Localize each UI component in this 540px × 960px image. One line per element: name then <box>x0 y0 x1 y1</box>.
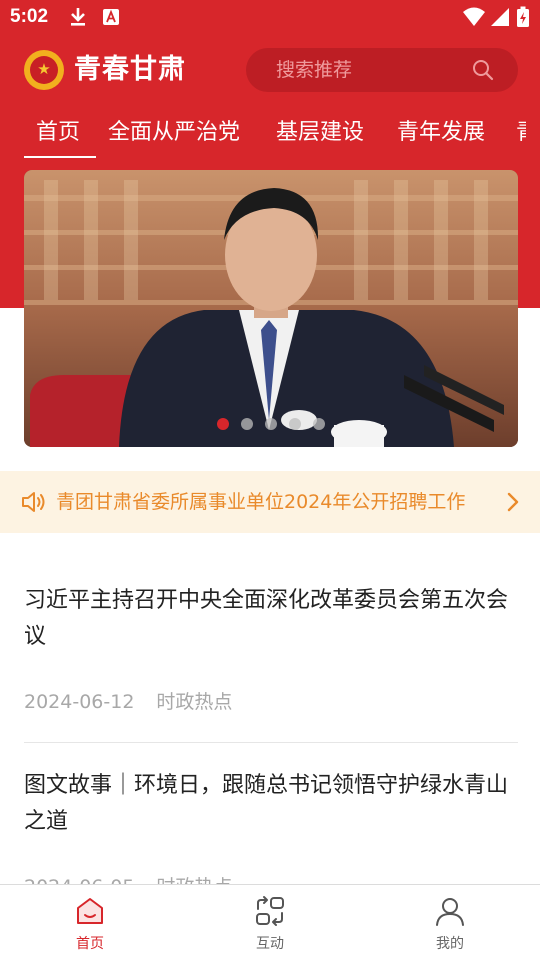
cellular-signal-icon <box>491 8 509 26</box>
font-notification-icon <box>103 9 119 25</box>
chevron-right-icon[interactable] <box>506 491 520 513</box>
battery-charging-icon <box>517 6 529 27</box>
active-tab-indicator <box>24 156 96 158</box>
search-input[interactable]: 搜索推荐 <box>246 48 518 92</box>
carousel-indicator <box>0 418 540 432</box>
tab-overflow[interactable]: 青 <box>516 112 526 154</box>
carousel-dot-4[interactable] <box>289 418 301 430</box>
nav-interaction-label: 互动 <box>256 936 284 952</box>
banner-carousel[interactable] <box>24 170 518 447</box>
article-date: 2024-06-12 <box>24 691 135 713</box>
nav-home-label: 首页 <box>76 936 104 952</box>
search-icon[interactable] <box>472 59 494 81</box>
profile-icon <box>436 898 464 926</box>
download-icon <box>71 8 85 26</box>
carousel-dot-3[interactable] <box>265 418 277 430</box>
carousel-dot-5[interactable] <box>313 418 325 430</box>
nav-home[interactable]: 首页 <box>0 885 180 960</box>
youth-league-emblem-icon: ★ <box>24 50 64 90</box>
home-icon <box>77 898 103 924</box>
status-bar: 5:02 <box>0 0 540 36</box>
article-title[interactable]: 图文故事｜环境日，跟随总书记领悟守护绿水青山之道 <box>24 768 518 840</box>
app-title: 青春甘肃 <box>74 54 186 85</box>
article-category: 时政热点 <box>156 691 233 713</box>
nav-interaction[interactable]: 互动 <box>180 885 360 960</box>
article-meta: 2024-06-12 时政热点 <box>24 687 232 714</box>
carousel-dot-1[interactable] <box>217 418 229 430</box>
tab-youth-development[interactable]: 青年发展 <box>397 112 485 154</box>
bottom-navigation: 首页 互动 我的 <box>0 884 540 960</box>
tab-home[interactable]: 首页 <box>36 112 80 154</box>
notice-text: 青团甘肃省委所属事业单位2024年公开招聘工作 <box>56 491 466 513</box>
notice-bar[interactable]: 青团甘肃省委所属事业单位2024年公开招聘工作 <box>0 471 540 533</box>
nav-profile[interactable]: 我的 <box>360 885 540 960</box>
wifi-icon <box>463 7 485 26</box>
carousel-dot-2[interactable] <box>241 418 253 430</box>
article-title[interactable]: 习近平主持召开中央全面深化改革委员会第五次会议 <box>24 583 518 655</box>
article-item[interactable]: 图文故事｜环境日，跟随总书记领悟守护绿水青山之道 2024-06-05时政热点 <box>24 768 518 898</box>
banner-image <box>24 170 518 447</box>
interaction-icon <box>256 896 284 926</box>
speaker-icon <box>22 492 45 512</box>
article-item[interactable]: 习近平主持召开中央全面深化改革委员会第五次会议 2024-06-12 时政热点 <box>24 583 518 723</box>
status-time: 5:02 <box>10 6 49 27</box>
tab-party-governance[interactable]: 全面从严治党 <box>108 112 240 154</box>
category-tabs: 首页 全面从严治党 基层建设 青年发展 青 <box>24 112 540 158</box>
search-placeholder: 搜索推荐 <box>276 59 353 81</box>
article-divider <box>24 742 518 743</box>
tab-grassroots[interactable]: 基层建设 <box>276 112 364 154</box>
nav-profile-label: 我的 <box>436 936 464 952</box>
